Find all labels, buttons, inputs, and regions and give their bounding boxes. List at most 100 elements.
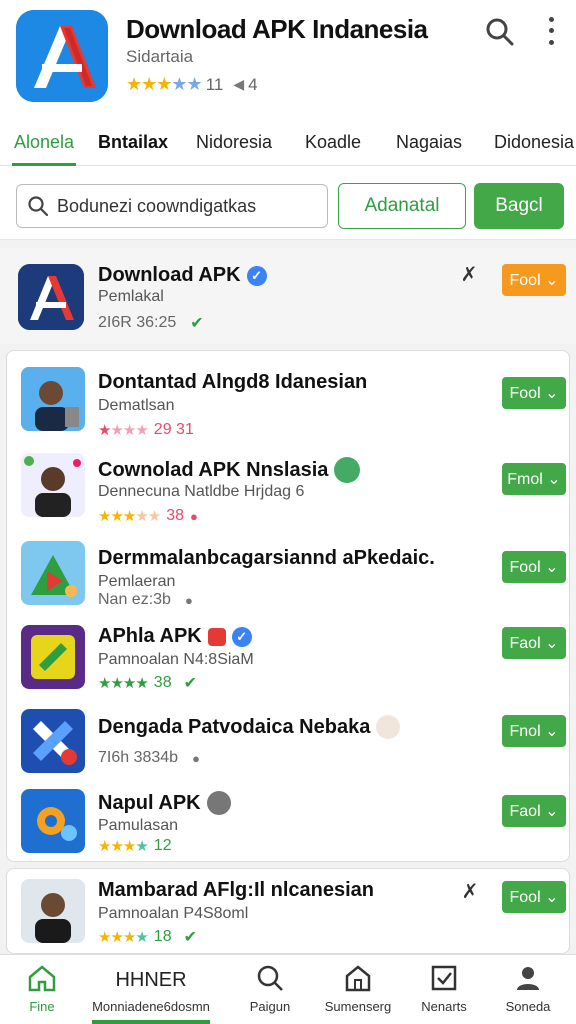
nav-menu-title: HHNER <box>115 969 187 991</box>
list-item-title: Dontantad Alngd8 Idanesian <box>98 371 368 393</box>
app-logo-icon <box>16 10 108 102</box>
badge-icon <box>207 627 226 646</box>
list-item-subtitle: Dennecuna Natldbe Hrjdag 6 <box>98 483 305 500</box>
list-item-button[interactable]: Fool ⌄ <box>502 551 566 583</box>
list-item[interactable]: Dengada Patvodaica Nebaka 7I6h 3834b ● F… <box>7 705 571 789</box>
list-item-title: Dermmalanbcagarsiannd aPkedaic. <box>98 547 435 569</box>
search-field-icon <box>28 196 49 217</box>
rating-count: 11 <box>205 74 224 94</box>
info-icon: ● <box>184 592 193 608</box>
featured-action-button[interactable]: Fool ⌄ <box>502 264 566 296</box>
app-icon <box>21 625 85 689</box>
list-item-button[interactable]: Fmol ⌄ <box>502 463 566 495</box>
bottom-nav: Fine HHNER Monniadene6dosmn Paigun Sumen… <box>0 954 576 1024</box>
nav-home[interactable]: Fine <box>0 955 84 1024</box>
tab-1[interactable]: Bntailax <box>98 132 168 153</box>
badge-icon <box>206 791 231 815</box>
tab-5[interactable]: Didonesia <box>494 132 574 153</box>
list-item[interactable]: APhla APK ✓ Pamnoalan N4:8SiaM ★★★★ 38 ✔… <box>7 621 571 705</box>
search-row: Adanatal Bagcl <box>0 166 576 240</box>
home-icon <box>28 965 56 992</box>
list-item-meta: ★★★★ 18 ✔ <box>98 927 197 947</box>
rating-stars-icon: ★★★★ <box>98 838 149 855</box>
list-item-subtitle: Pamnoalan N4:8SiaM <box>98 651 254 668</box>
list-item[interactable]: Napul APK Pamulasan ★★★★ 12 Faol ⌄ <box>7 785 571 869</box>
chevron-down-icon[interactable]: ✔ <box>190 313 203 333</box>
featured-title: Download APK ✓ <box>98 264 267 287</box>
store-icon <box>345 965 371 992</box>
list-item-button[interactable]: Faol ⌄ <box>502 795 566 827</box>
tab-2[interactable]: Nidoresia <box>196 132 272 153</box>
badge-icon <box>376 715 401 739</box>
rating-stars-icon: ★★★★★ <box>126 74 203 94</box>
tab-3[interactable]: Koadle <box>305 132 361 153</box>
app-title: Download APK Indanesia <box>126 14 428 44</box>
nav-account[interactable]: Soneda <box>486 955 570 1024</box>
list-item-title: Mambarad AFlg:Il nlcanesian <box>98 879 374 901</box>
badge-icon <box>334 457 361 483</box>
person-icon <box>517 967 539 990</box>
list-item-meta: Nan ez:3b ● <box>98 591 193 608</box>
pin-icon[interactable]: ✗ <box>459 881 481 903</box>
chevron-down-icon[interactable]: ✔ <box>184 927 197 947</box>
search-input[interactable] <box>57 195 317 217</box>
rating-extra: 4 <box>248 74 258 94</box>
app-header: Download APK Indanesia Sidartaia ★★★★★ 1… <box>0 0 576 120</box>
nav-menu[interactable]: HHNER Monniadene6dosmn <box>86 955 216 1024</box>
nav-store[interactable]: Sumenserg <box>316 955 400 1024</box>
featured-app-icon <box>18 264 84 330</box>
category-tabs: Alonela Bntailax Nidoresia Koadle Nagaia… <box>0 120 576 166</box>
app-subtitle: Sidartaia <box>126 47 194 66</box>
list-item-meta: 7I6h 3834b ● <box>98 749 200 766</box>
tool-icon <box>21 709 85 773</box>
nav-active-indicator <box>92 1020 210 1024</box>
search-icon <box>257 965 283 991</box>
solid-action-button[interactable]: Bagcl <box>474 183 564 229</box>
list-item-subtitle: Pemlaeran <box>98 573 176 590</box>
flame-icon: ● <box>190 508 198 524</box>
list-item[interactable]: Mambarad AFlg:Il nlcanesian Pamnoalan P4… <box>6 868 570 954</box>
search-field[interactable] <box>16 184 328 228</box>
list-item-title: Cownolad APK Nnslasia <box>98 457 361 483</box>
list-item-title: APhla APK ✓ <box>98 625 252 648</box>
gear-app-icon <box>21 789 85 853</box>
checkbox-icon <box>431 965 457 991</box>
list-item-meta: ★★★★★ 38 ● <box>98 507 198 525</box>
list-item-button[interactable]: Fool ⌄ <box>502 377 566 409</box>
list-item[interactable]: Cownolad APK Nnslasia Dennecuna Natldbe … <box>7 447 571 531</box>
app-store-icon <box>21 541 85 605</box>
rating-stars-icon: ★★★★ <box>98 675 149 692</box>
search-icon[interactable] <box>484 16 516 48</box>
nav-search[interactable]: Paigun <box>228 955 312 1024</box>
info-icon: ● <box>192 750 200 766</box>
featured-meta: 2I6R 36:25 ✔ <box>98 313 204 333</box>
list-item-title: Dengada Patvodaica Nebaka <box>98 715 401 739</box>
list-item-meta: ★★★★ 29 31 <box>98 421 194 439</box>
app-rating: ★★★★★ 11 ◀ 4 <box>126 74 258 95</box>
featured-card[interactable]: Download APK ✓ Pemlakal 2I6R 36:25 ✔ ✗ F… <box>0 248 576 344</box>
nav-updates[interactable]: Nenarts <box>402 955 486 1024</box>
app-list: Dontantad Alngd8 Idanesian Dematlsan ★★★… <box>6 350 570 862</box>
list-item[interactable]: Dontantad Alngd8 Idanesian Dematlsan ★★★… <box>7 361 571 445</box>
verified-icon: ✓ <box>246 265 267 286</box>
list-item-button[interactable]: Fnol ⌄ <box>502 715 566 747</box>
speaker-icon: ◀ <box>233 76 245 92</box>
pin-icon[interactable]: ✗ <box>458 264 480 286</box>
list-item-subtitle: Dematlsan <box>98 397 175 414</box>
list-item-button[interactable]: Fool ⌄ <box>502 881 566 913</box>
tab-0[interactable]: Alonela <box>14 132 74 153</box>
tab-4[interactable]: Nagaias <box>396 132 462 153</box>
list-item-meta: ★★★★ 38 ✔ <box>98 673 197 693</box>
list-item-subtitle: Pamnoalan P4S8oml <box>98 905 249 922</box>
list-item-button[interactable]: Faol ⌄ <box>502 627 566 659</box>
rating-stars-icon: ★★★★ <box>98 929 149 946</box>
outline-action-button[interactable]: Adanatal <box>338 183 466 229</box>
chevron-down-icon[interactable]: ✔ <box>184 673 197 693</box>
list-item[interactable]: Dermmalanbcagarsiannd aPkedaic. Pemlaera… <box>7 535 571 619</box>
verified-icon: ✓ <box>231 626 252 647</box>
avatar-icon <box>21 453 85 517</box>
more-vert-icon[interactable] <box>540 14 562 48</box>
rating-stars-icon: ★★★★ <box>98 422 149 439</box>
list-item-meta: ★★★★ 12 <box>98 837 172 855</box>
list-item-subtitle: Pamulasan <box>98 817 179 834</box>
